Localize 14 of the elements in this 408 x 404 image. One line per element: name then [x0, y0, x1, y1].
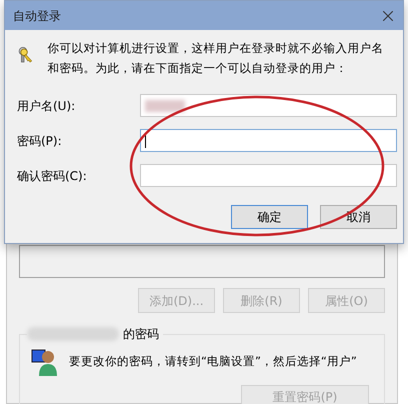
blurred-username	[145, 100, 185, 112]
field-label: 确认密码(C):	[17, 168, 88, 184]
dialog-message: 你可以对计算机进行设置，这样用户在登录时就不必输入用户名和密码。为此，请在下面指定一个可以自动登录的用户：	[47, 40, 384, 77]
text-field[interactable]	[140, 164, 397, 187]
field-label: 用户名(U):	[17, 98, 76, 114]
window-title: 自动登录	[13, 8, 61, 24]
dialog-button[interactable]: 确定	[231, 205, 308, 229]
password-hint: 要更改你的密码，请转到“电脑设置”，然后选择“用户”	[69, 353, 357, 370]
group-title: 的密码	[123, 326, 159, 343]
user-monitor-icon	[31, 347, 59, 377]
field-label: 密码(P):	[17, 132, 63, 150]
text-field[interactable]	[140, 129, 397, 152]
text-cursor	[145, 134, 146, 148]
text-field[interactable]	[140, 94, 397, 117]
